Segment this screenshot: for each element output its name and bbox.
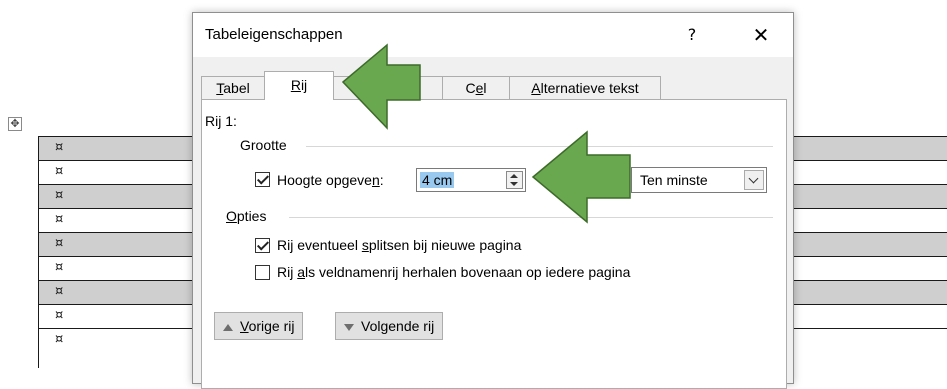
annotation-arrows (341, 43, 631, 224)
arrow-to-height-input-icon (531, 130, 631, 224)
arrow-to-rij-tab-icon (341, 43, 421, 130)
